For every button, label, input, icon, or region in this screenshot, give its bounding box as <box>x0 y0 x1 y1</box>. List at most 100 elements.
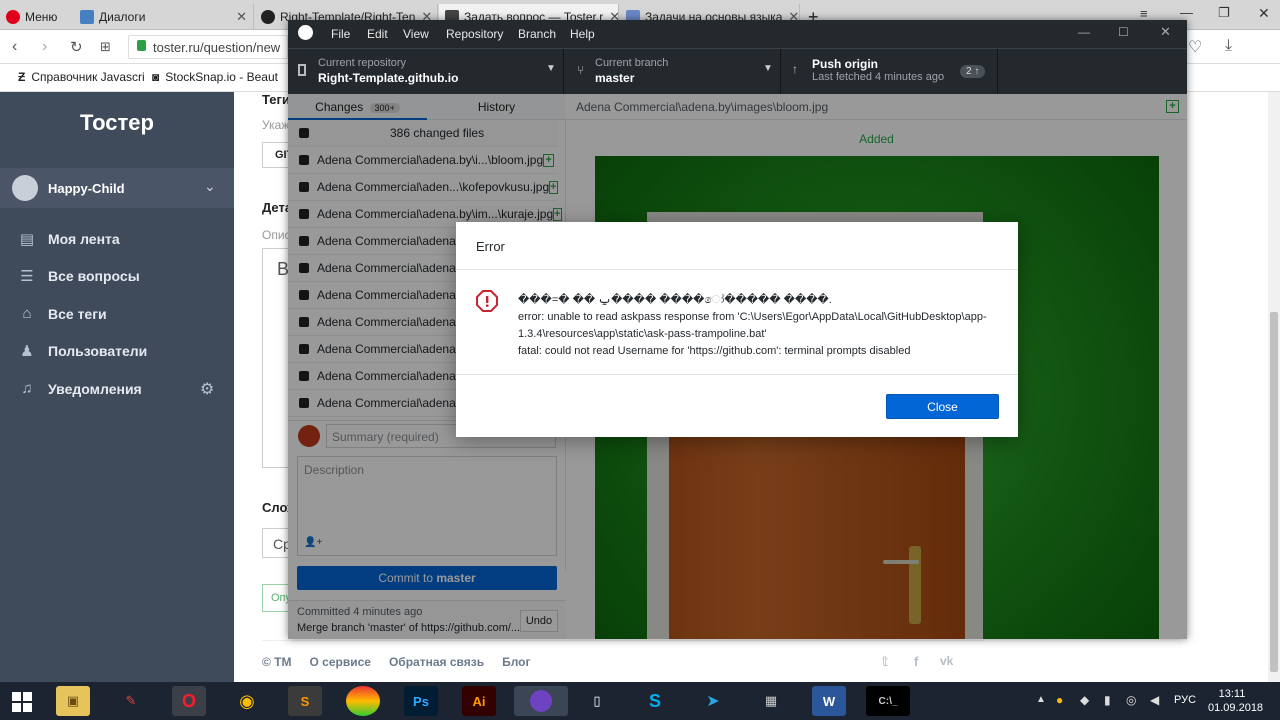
windows-start-icon[interactable] <box>12 692 32 712</box>
download-icon[interactable]: ⤓ <box>1225 37 1232 55</box>
repo-label: Current repository <box>318 57 407 69</box>
tab-title: Диалоги <box>99 10 146 24</box>
nav-notifications[interactable]: ♫ Уведомления <box>18 380 141 397</box>
repo-icon <box>298 64 306 76</box>
close-label: Close <box>927 400 958 414</box>
bookmark-item[interactable]: Ƶ Справочник Javascri <box>18 70 145 84</box>
toster-logo[interactable]: Тостер <box>0 110 234 136</box>
close-tab-icon[interactable]: ✕ <box>230 9 247 25</box>
chevron-down-icon: ⌄ <box>204 178 216 194</box>
menu-view[interactable]: View <box>403 27 429 41</box>
nav-all-questions[interactable]: ☰ Все вопросы <box>18 267 140 285</box>
tray-app-icon[interactable]: ◎ <box>1126 693 1136 707</box>
vk-icon[interactable]: vk <box>940 654 953 668</box>
error-dialog: Error ���=� �� ݐ���� ����ෝ����� ����. er… <box>456 222 1018 437</box>
twitter-icon[interactable]: 𝕥 <box>882 654 889 670</box>
volume-icon[interactable]: ◀ <box>1150 693 1159 707</box>
github-desktop-task-icon[interactable] <box>514 686 568 716</box>
gear-icon[interactable]: ⚙ <box>200 379 214 399</box>
dialog-message: ���=� �� ݐ���� ����ෝ����� ����. error: u… <box>518 292 998 360</box>
tags-hint: Укаж <box>262 118 290 132</box>
caret-down-icon: ▼ <box>763 63 773 74</box>
push-count: 2 <box>966 66 972 77</box>
details-hint: Опис <box>262 228 291 242</box>
scrollbar-thumb[interactable] <box>1270 312 1278 672</box>
current-repo-selector[interactable]: Current repository Right-Template.github… <box>288 49 564 95</box>
clock-date: 01.09.2018 <box>1208 702 1264 714</box>
chrome-icon[interactable]: ◉ <box>230 686 264 716</box>
current-branch-selector[interactable]: ⑂ Current branch master ▼ <box>565 49 781 95</box>
username: Happy-Child <box>48 181 125 196</box>
tray-app-icon[interactable]: ◆ <box>1080 693 1089 707</box>
dialog-divider <box>456 374 1018 375</box>
opera-menu-button[interactable]: Меню <box>0 4 72 30</box>
caret-down-icon: ▼ <box>546 63 556 74</box>
nav-users[interactable]: ♟ Пользователи <box>18 342 147 360</box>
branch-name: master <box>595 71 635 85</box>
tray-app-icon[interactable]: ● <box>1056 693 1063 707</box>
footer-link[interactable]: О сервисе <box>310 655 371 680</box>
facebook-icon[interactable]: f <box>914 654 918 669</box>
repo-name: Right-Template.github.io <box>318 71 459 85</box>
illustrator-icon[interactable]: Ai <box>462 686 496 716</box>
heart-icon[interactable]: ♡ <box>1188 37 1202 57</box>
close-window-icon[interactable]: ✕ <box>1258 5 1270 22</box>
garbled-message: ���=� �� ݐ���� ����ෝ����� ����. <box>518 294 832 306</box>
file-icon[interactable]: ▯ <box>580 686 614 716</box>
close-button[interactable]: Close <box>886 394 999 419</box>
footer-link[interactable]: Блог <box>502 655 530 680</box>
network-icon[interactable]: ▮ <box>1104 693 1111 707</box>
menu-edit[interactable]: Edit <box>367 27 388 41</box>
reload-icon[interactable]: ↻ <box>70 38 83 56</box>
footer-link[interactable]: © ТМ <box>262 655 292 680</box>
opera-icon[interactable]: O <box>172 686 206 716</box>
menu-icon[interactable]: ≡ <box>1140 6 1148 21</box>
sublime-icon[interactable]: S <box>288 686 322 716</box>
arrow-up-icon: ↑ <box>792 62 798 76</box>
skype-icon[interactable]: S <box>638 686 672 716</box>
color-app-icon[interactable] <box>346 686 380 716</box>
calculator-icon[interactable]: ▦ <box>754 686 788 716</box>
toster-sidebar: Тостер Happy-Child ⌄ ▤ Моя лента ☰ Все воп… <box>0 92 234 682</box>
bell-icon: ♫ <box>21 380 33 397</box>
nav-my-feed[interactable]: ▤ Моя лента <box>18 230 120 248</box>
footer-link[interactable]: Обратная связь <box>389 655 484 680</box>
maximize-icon[interactable]: ☐ <box>1118 25 1129 39</box>
forward-icon[interactable]: › <box>42 38 47 56</box>
footer: © ТМ О сервисе Обратная связь Блог <box>262 640 984 680</box>
menu-repository[interactable]: Repository <box>446 27 503 41</box>
maximize-icon[interactable]: ❐ <box>1218 5 1230 21</box>
error-message: error: unable to read askpass response f… <box>518 311 987 340</box>
gh-title-bar: File Edit View Repository Branch Help — … <box>288 20 1187 48</box>
tags-heading: Теги <box>262 92 290 107</box>
minimize-icon[interactable]: — <box>1078 25 1090 39</box>
menu-help[interactable]: Help <box>570 27 595 41</box>
paint-icon[interactable]: ✎ <box>114 686 148 716</box>
page-scrollbar[interactable] <box>1268 92 1280 682</box>
fatal-message: fatal: could not read Username for 'http… <box>518 345 911 357</box>
back-icon[interactable]: ‹ <box>12 38 17 56</box>
user-panel[interactable]: Happy-Child ⌄ <box>0 168 234 208</box>
list-icon: ☰ <box>20 268 34 285</box>
language-indicator[interactable]: РУС <box>1174 694 1196 706</box>
minimize-icon[interactable]: — <box>1180 5 1193 20</box>
push-origin-button[interactable]: ↑ Push origin Last fetched 4 minutes ago… <box>782 49 998 95</box>
clock[interactable]: 13:11 01.09.2018 <box>1208 687 1264 715</box>
telegram-icon[interactable]: ➤ <box>696 686 730 716</box>
close-icon[interactable]: ✕ <box>1160 24 1171 40</box>
tab-dialogs[interactable]: Диалоги ✕ <box>74 4 254 30</box>
bookmark-item[interactable]: ◙ StockSnap.io - Beaut <box>152 70 278 84</box>
nav-label: Все вопросы <box>48 268 140 284</box>
bookmark-icon: Ƶ <box>18 70 26 84</box>
explorer-icon[interactable]: ▣ <box>56 686 90 716</box>
cmd-icon[interactable]: C:\_ <box>866 686 910 716</box>
dialog-header: Error <box>456 222 1018 270</box>
menu-branch[interactable]: Branch <box>518 27 556 41</box>
word-icon[interactable]: W <box>812 686 846 716</box>
url-field[interactable]: toster.ru/question/new <box>128 35 288 59</box>
nav-all-tags[interactable]: ⌂ Все теги <box>18 305 106 322</box>
tray-arrow-icon[interactable]: ▲ <box>1036 694 1046 705</box>
speed-dial-icon[interactable]: ⊞ <box>100 39 111 55</box>
menu-file[interactable]: File <box>331 27 350 41</box>
photoshop-icon[interactable]: Ps <box>404 686 438 716</box>
